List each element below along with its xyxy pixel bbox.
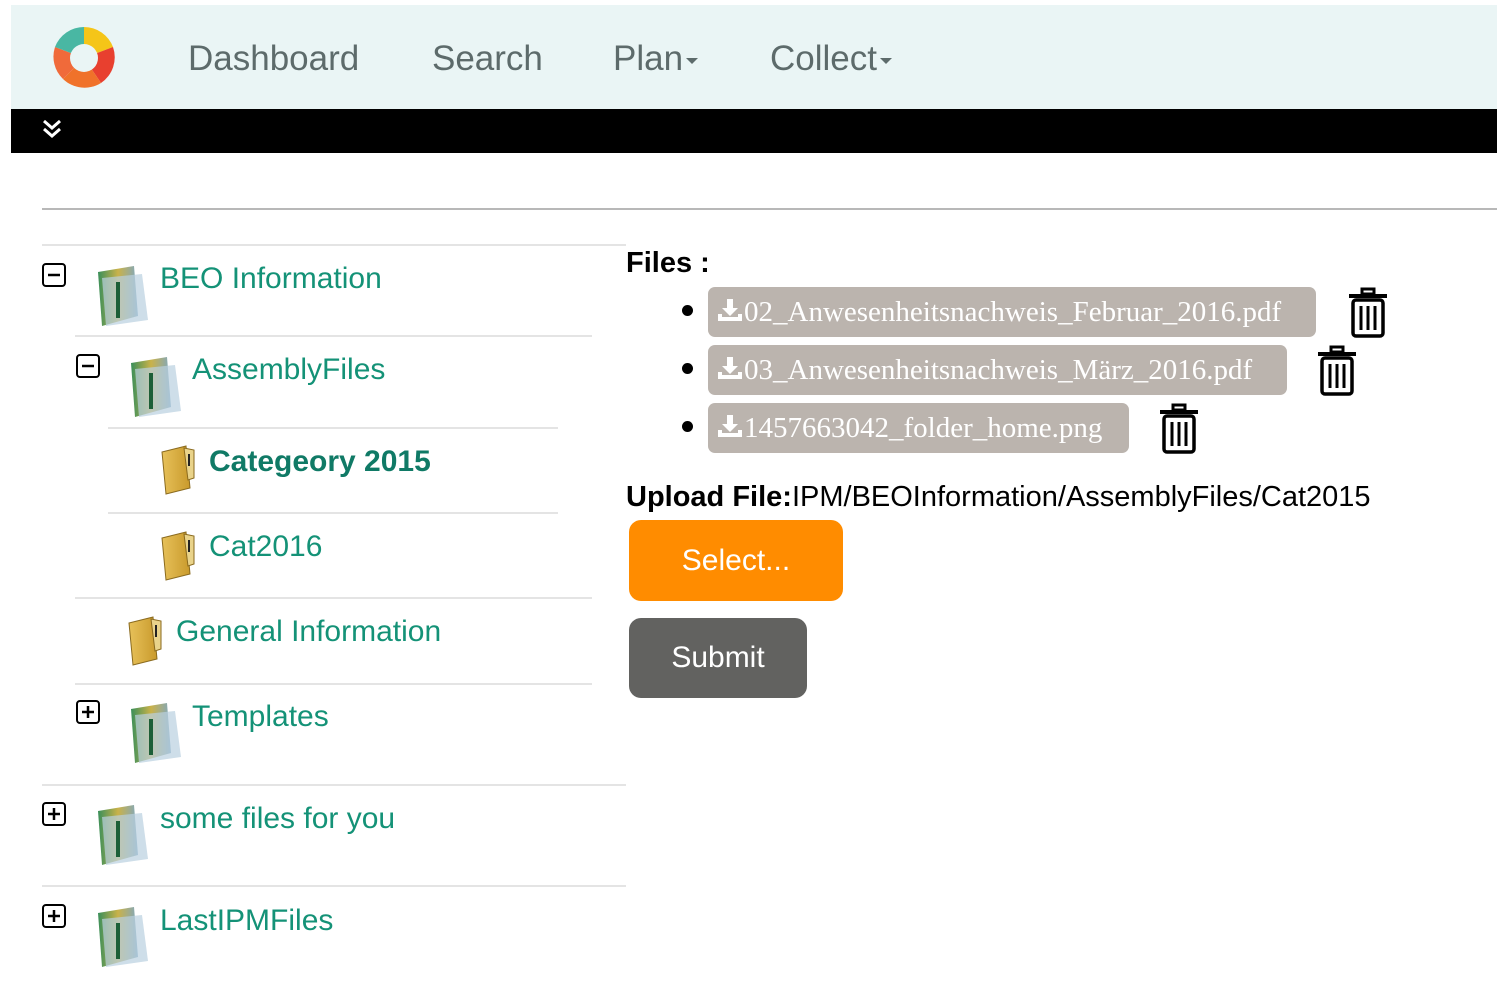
collapse-icon[interactable]: [76, 354, 100, 378]
files-heading: Files :: [626, 247, 710, 279]
upload-label: Upload File:: [626, 481, 792, 513]
open-folder-icon: [98, 907, 148, 967]
double-chevron-down-icon[interactable]: [41, 117, 63, 141]
folder-icon: [161, 445, 195, 495]
tree-divider: [75, 683, 592, 685]
trash-icon[interactable]: [1315, 345, 1359, 397]
nav-dashboard[interactable]: Dashboard: [188, 39, 359, 79]
nav-dashboard-label: Dashboard: [188, 39, 360, 78]
file-name: 02_Anwesenheitsnachweis_Februar_2016.pdf: [744, 296, 1282, 328]
tree-node-lastipmfiles[interactable]: LastIPMFiles: [160, 904, 333, 938]
tree-divider: [75, 597, 592, 599]
divider: [42, 208, 1497, 210]
download-icon: [718, 299, 742, 321]
secondary-toolbar: [11, 109, 1497, 153]
tree-node-templates[interactable]: Templates: [192, 700, 329, 734]
app-logo-icon[interactable]: [51, 25, 117, 91]
file-download-link[interactable]: 1457663042_folder_home.png: [708, 403, 1129, 453]
list-bullet: [682, 421, 693, 432]
caret-down-icon: [686, 57, 699, 64]
open-folder-icon: [131, 703, 181, 763]
tree-divider: [42, 885, 626, 887]
download-icon: [718, 357, 742, 379]
nav-search[interactable]: Search: [432, 39, 543, 79]
caret-down-icon: [879, 57, 892, 64]
tree-node-categeory-2015[interactable]: Categeory 2015: [209, 445, 431, 479]
tree-divider: [75, 335, 592, 337]
tree-node-some-files-for-you[interactable]: some files for you: [160, 802, 395, 836]
tree-divider: [42, 784, 626, 786]
open-folder-icon: [131, 357, 181, 417]
list-bullet: [682, 305, 693, 316]
download-icon: [718, 415, 742, 437]
folder-icon: [161, 531, 195, 581]
trash-icon[interactable]: [1157, 403, 1201, 455]
file-download-link[interactable]: 02_Anwesenheitsnachweis_Februar_2016.pdf: [708, 287, 1316, 337]
open-folder-icon: [98, 805, 148, 865]
nav-plan-label: Plan: [613, 39, 684, 78]
expand-icon[interactable]: [42, 904, 66, 928]
list-bullet: [682, 363, 693, 374]
tree-node-general-information[interactable]: General Information: [176, 615, 441, 649]
trash-icon[interactable]: [1346, 287, 1390, 339]
nav-plan-dropdown[interactable]: Plan: [613, 39, 699, 79]
upload-path-row: Upload File:IPM/BEOInformation/AssemblyF…: [626, 479, 1371, 515]
select-file-button[interactable]: Select...: [629, 520, 843, 601]
select-button-label: Select...: [681, 543, 791, 577]
tree-node-cat2016[interactable]: Cat2016: [209, 530, 322, 564]
tree-node-assemblyfiles[interactable]: AssemblyFiles: [192, 353, 385, 387]
file-name: 1457663042_folder_home.png: [744, 412, 1103, 444]
nav-collect-dropdown[interactable]: Collect: [770, 39, 892, 79]
file-download-link[interactable]: 03_Anwesenheitsnachweis_März_2016.pdf: [708, 345, 1287, 395]
expand-icon[interactable]: [76, 700, 100, 724]
file-name: 03_Anwesenheitsnachweis_März_2016.pdf: [744, 354, 1253, 386]
upload-path: IPM/BEOInformation/AssemblyFiles/Cat2015: [791, 481, 1371, 513]
nav-collect-label: Collect: [770, 39, 877, 78]
nav-search-label: Search: [432, 39, 543, 78]
expand-icon[interactable]: [42, 802, 66, 826]
submit-button-label: Submit: [671, 641, 765, 674]
tree-divider: [108, 427, 558, 429]
tree-node-beo-information[interactable]: BEO Information: [160, 262, 382, 296]
top-navbar: Dashboard Search Plan Collect: [11, 5, 1497, 109]
tree-divider: [42, 244, 626, 246]
open-folder-icon: [98, 266, 148, 326]
submit-button[interactable]: Submit: [629, 618, 807, 698]
folder-icon: [128, 616, 162, 666]
tree-divider: [108, 512, 558, 514]
collapse-icon[interactable]: [42, 263, 66, 287]
